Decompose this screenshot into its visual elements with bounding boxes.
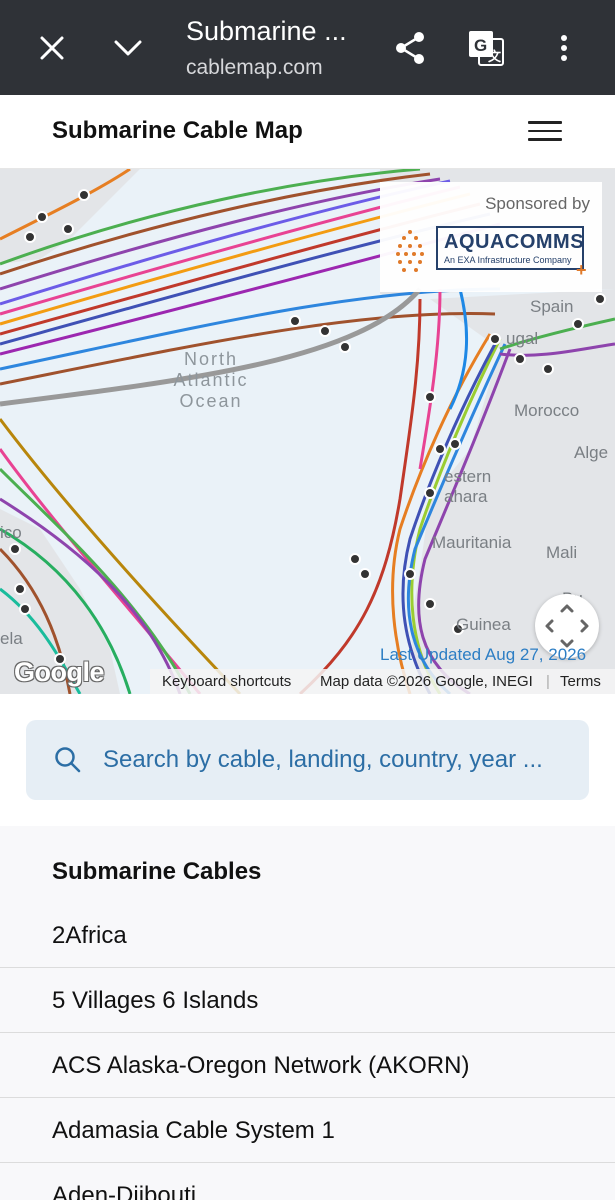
country-label: ugal: [506, 329, 539, 348]
sponsor-label: Sponsored by: [485, 194, 590, 213]
search-input[interactable]: Search by cable, landing, country, year …: [26, 720, 589, 800]
country-label: Morocco: [514, 401, 580, 420]
map-attribution: Keyboard shortcuts Map data ©2026 Google…: [150, 669, 615, 694]
keyboard-shortcuts-link[interactable]: Keyboard shortcuts: [162, 673, 291, 690]
country-label: Mauritania: [432, 533, 512, 552]
cable-list: Submarine Cables 2Africa 5 Villages 6 Is…: [0, 826, 615, 1200]
aquacomms-wordmark: AQUACOMMS An EXA Infrastructure Company: [436, 226, 584, 270]
map-data-text: Map data ©2026 Google, INEGI: [320, 673, 533, 690]
chevron-down-icon[interactable]: [102, 22, 154, 74]
browser-toolbar: Submarine ... cablemap.com G 文: [0, 0, 615, 95]
ocean-label: North Atlantic Ocean: [173, 349, 249, 411]
svg-text:G: G: [474, 36, 487, 55]
list-item[interactable]: 5 Villages 6 Islands: [0, 968, 615, 1033]
list-item[interactable]: ACS Alaska-Oregon Network (AKORN): [0, 1033, 615, 1098]
close-icon[interactable]: [26, 22, 78, 74]
browser-page-title: Submarine ...: [186, 16, 347, 46]
country-label: Spain: [530, 297, 574, 316]
more-vert-icon[interactable]: [538, 22, 590, 74]
search-section: Search by cable, landing, country, year …: [0, 694, 615, 826]
country-label: ela: [0, 629, 23, 648]
terms-link[interactable]: Terms: [560, 673, 601, 690]
search-placeholder: Search by cable, landing, country, year …: [103, 746, 543, 773]
browser-url[interactable]: cablemap.com: [186, 56, 323, 80]
country-label: estern: [444, 467, 492, 486]
country-label: ahara: [444, 487, 488, 506]
country-label: Alge: [574, 443, 609, 462]
sponsor-banner[interactable]: Sponsored by AQUACOMMS An EXA Infrastruc…: [380, 182, 602, 292]
list-item[interactable]: 2Africa: [0, 903, 615, 968]
svg-text:文: 文: [488, 49, 502, 64]
country-label: Guinea: [456, 615, 511, 634]
page-title: Submarine Cable Map: [52, 117, 303, 144]
country-label: Mali: [546, 543, 578, 562]
list-item[interactable]: Aden-Djibouti: [0, 1163, 615, 1200]
share-icon[interactable]: [384, 22, 436, 74]
aquacomms-logo-icon: [396, 230, 424, 272]
search-icon: [55, 747, 81, 773]
google-logo: Google: [14, 657, 105, 687]
aquacomms-plus: +: [576, 260, 587, 280]
list-item[interactable]: Adamasia Cable System 1: [0, 1098, 615, 1163]
site-header: Submarine Cable Map: [0, 95, 615, 169]
translate-icon[interactable]: G 文: [460, 22, 512, 74]
last-updated-text: Last Updated Aug 27, 2026: [380, 645, 587, 664]
cable-map[interactable]: North Atlantic Ocean Spain ugal Morocco …: [0, 169, 615, 694]
country-label: ico: [0, 523, 22, 542]
hamburger-icon[interactable]: [528, 121, 562, 145]
attribution-separator: |: [546, 673, 550, 690]
list-heading: Submarine Cables: [52, 858, 262, 885]
